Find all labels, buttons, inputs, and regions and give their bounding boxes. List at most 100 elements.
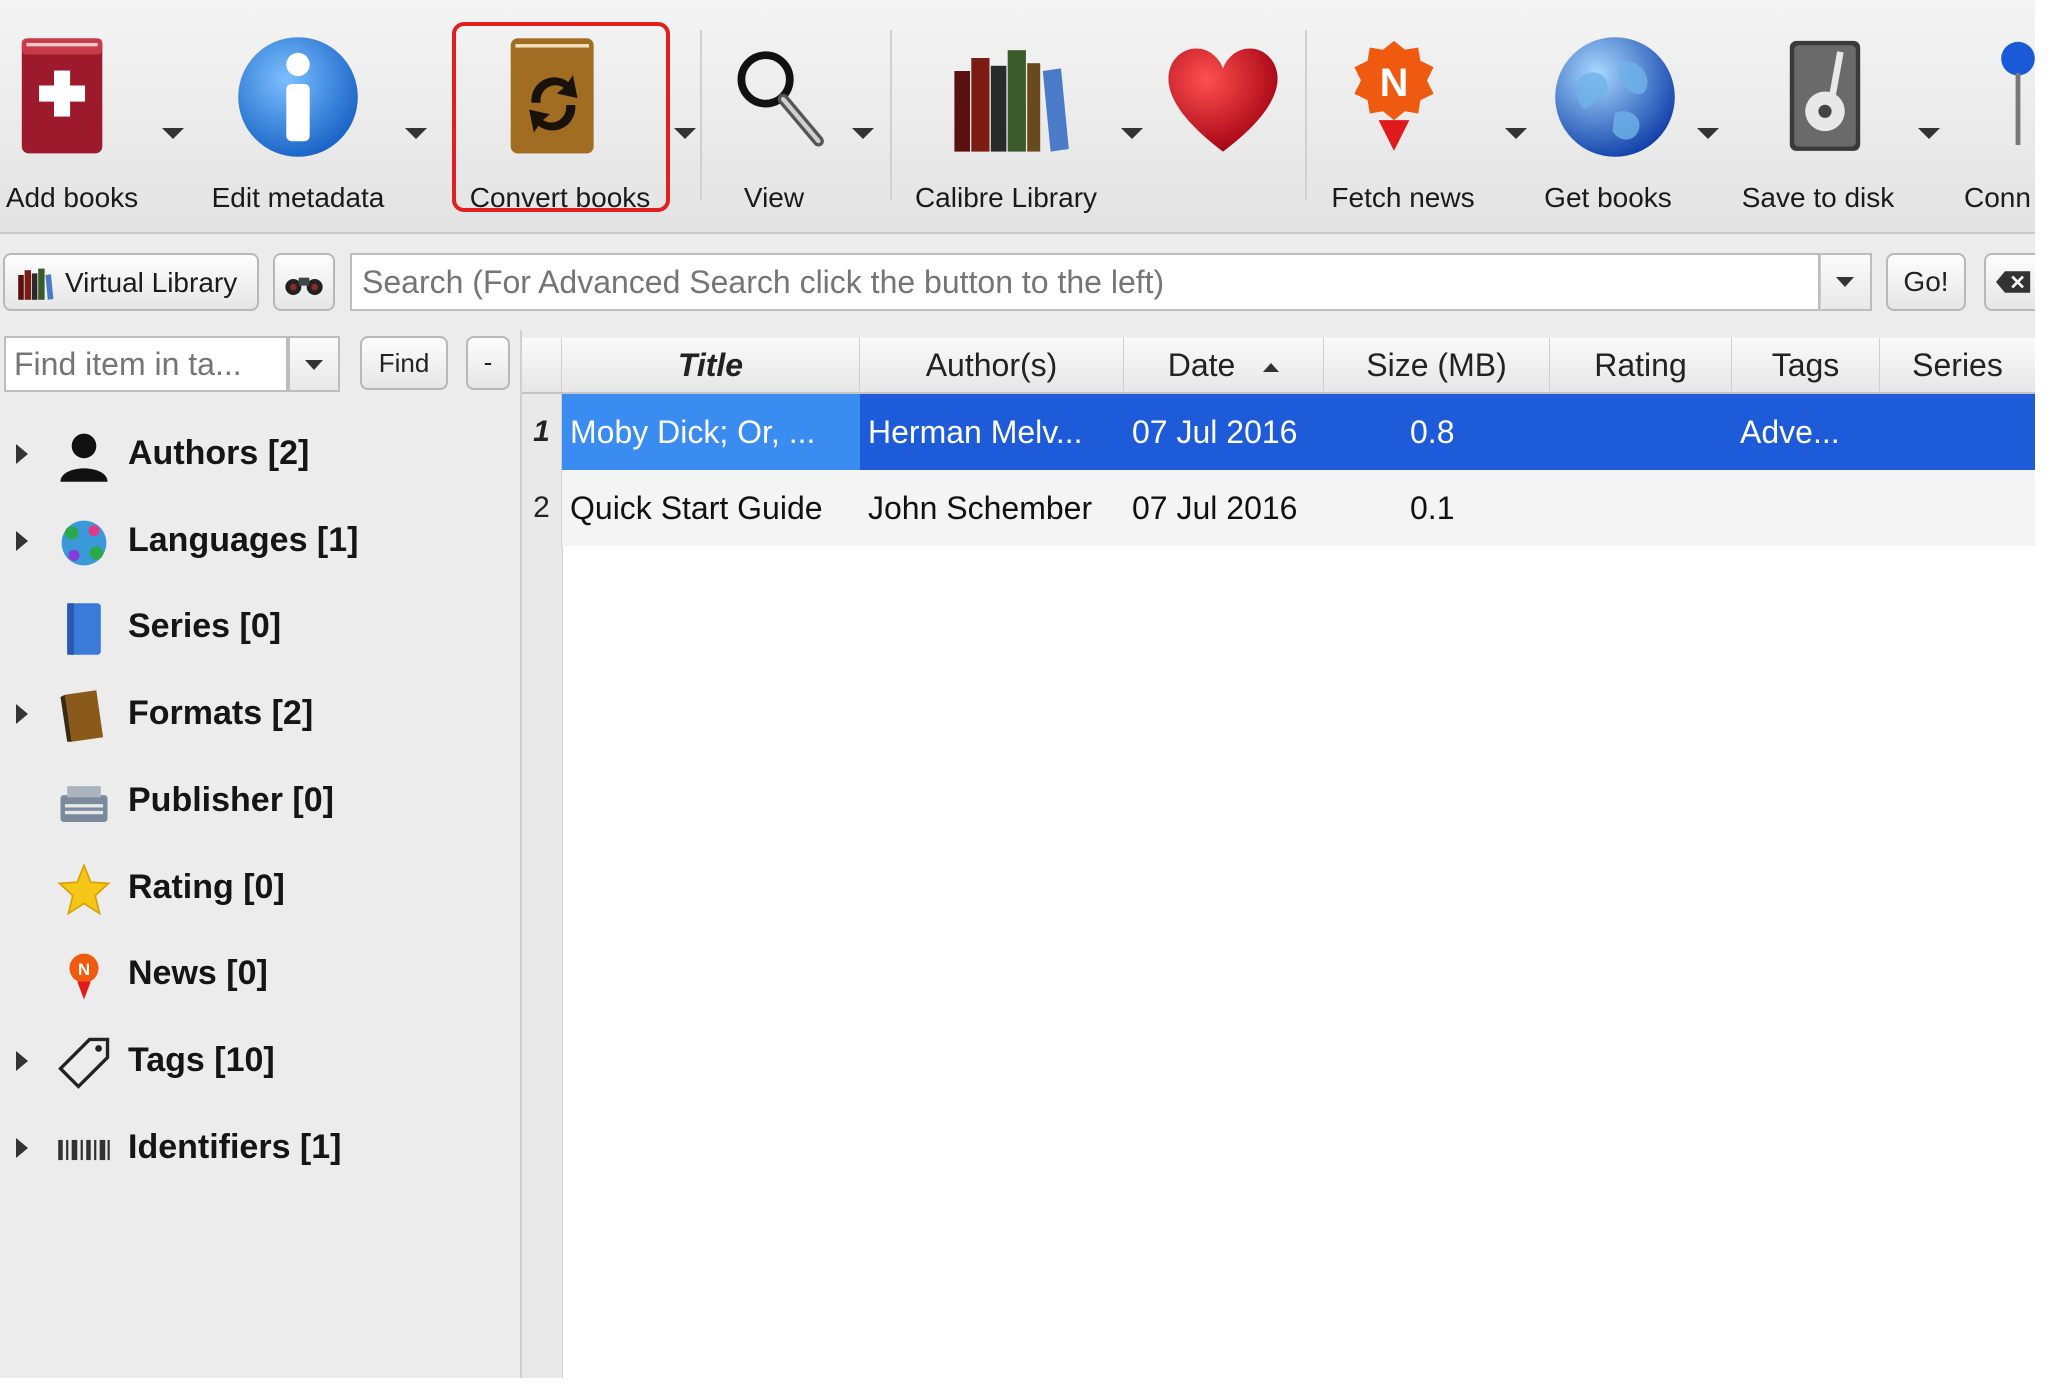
tree-item-formats[interactable]: Formats [2] bbox=[0, 680, 510, 750]
cell-size[interactable]: 0.1 bbox=[1410, 470, 1550, 546]
cell-size[interactable]: 0.8 bbox=[1410, 394, 1550, 470]
book-list-header: Title Author(s) Date Size (MB) Rating Ta… bbox=[522, 338, 2035, 394]
expand-arrow-icon[interactable] bbox=[16, 444, 28, 464]
cell-title[interactable]: Moby Dick; Or, ... bbox=[562, 394, 860, 470]
news-pin-icon: N bbox=[69, 953, 99, 1000]
tree-item-rating[interactable]: Rating [0] bbox=[0, 854, 510, 924]
sort-ascending-icon bbox=[1263, 363, 1280, 373]
cell-series[interactable] bbox=[1888, 470, 2035, 546]
tag-icon bbox=[58, 1037, 110, 1089]
get-books-button[interactable]: Get books bbox=[1530, 20, 1730, 213]
toolbar-separator bbox=[1305, 30, 1307, 200]
formats-book-icon bbox=[60, 690, 104, 742]
main-toolbar: Add books Edit metadata Convert books Vi… bbox=[0, 0, 2035, 234]
cell-rating[interactable] bbox=[1558, 470, 1732, 546]
search-history-dropdown[interactable] bbox=[1820, 253, 1872, 311]
cell-rating[interactable] bbox=[1558, 394, 1732, 470]
calibre-window: Add books Edit metadata Convert books Vi… bbox=[0, 0, 2035, 1378]
clear-search-button[interactable] bbox=[1984, 253, 2035, 311]
convert-books-dropdown-arrow[interactable] bbox=[674, 128, 696, 139]
edit-metadata-label: Edit metadata bbox=[211, 182, 385, 213]
tag-browser: Find - Authors [2] Languages [1] bbox=[0, 330, 522, 1378]
column-header-series[interactable]: Series bbox=[1880, 338, 2035, 392]
cell-title[interactable]: Quick Start Guide bbox=[570, 470, 860, 546]
collapse-all-button[interactable]: - bbox=[466, 336, 510, 390]
add-books-label: Add books bbox=[5, 182, 139, 213]
expand-arrow-icon[interactable] bbox=[16, 704, 28, 724]
view-dropdown-arrow[interactable] bbox=[852, 128, 874, 139]
virtual-library-label: Virtual Library bbox=[65, 267, 238, 298]
fetch-news-button[interactable]: N Fetch news bbox=[1315, 20, 1527, 213]
edit-metadata-button[interactable]: Edit metadata bbox=[200, 20, 440, 213]
calibre-library-dropdown-arrow[interactable] bbox=[1121, 128, 1143, 139]
library-books-icon bbox=[954, 50, 1069, 152]
get-books-label: Get books bbox=[1544, 182, 1672, 213]
tree-item-languages[interactable]: Languages [1] bbox=[0, 507, 510, 577]
chevron-down-icon bbox=[305, 360, 323, 370]
column-header-date[interactable]: Date bbox=[1124, 338, 1324, 392]
search-bar: Virtual Library Go! bbox=[0, 248, 2035, 318]
expand-arrow-icon[interactable] bbox=[16, 531, 28, 551]
tree-item-label: Authors [2] bbox=[128, 434, 310, 472]
tree-item-label: Formats [2] bbox=[128, 694, 314, 732]
expand-arrow-icon[interactable] bbox=[16, 1138, 28, 1158]
column-header-title[interactable]: Title bbox=[562, 338, 860, 392]
column-header-tags[interactable]: Tags bbox=[1732, 338, 1880, 392]
cell-tags[interactable] bbox=[1740, 470, 1880, 546]
column-header-rating[interactable]: Rating bbox=[1550, 338, 1732, 392]
donate-button[interactable] bbox=[1150, 20, 1300, 210]
tree-item-news[interactable]: N News [0] bbox=[0, 940, 510, 1010]
barcode-icon bbox=[58, 1139, 110, 1161]
binoculars-icon bbox=[285, 277, 323, 295]
tree-item-authors[interactable]: Authors [2] bbox=[0, 420, 510, 490]
add-books-button[interactable]: Add books bbox=[0, 20, 200, 213]
column-header-authors[interactable]: Author(s) bbox=[860, 338, 1124, 392]
toolbar-separator bbox=[890, 30, 892, 200]
tree-item-publisher[interactable]: Publisher [0] bbox=[0, 767, 510, 837]
save-to-disk-label: Save to disk bbox=[1741, 182, 1895, 213]
add-books-dropdown-arrow[interactable] bbox=[162, 128, 184, 139]
tree-item-tags[interactable]: Tags [10] bbox=[0, 1027, 510, 1097]
cell-authors[interactable]: Herman Melv... bbox=[868, 394, 1124, 470]
table-row[interactable]: 1 Moby Dick; Or, ... Herman Melv... 07 J… bbox=[522, 394, 2035, 470]
info-icon bbox=[238, 37, 358, 157]
tree-item-label: Publisher [0] bbox=[128, 781, 334, 819]
book-list: Title Author(s) Date Size (MB) Rating Ta… bbox=[522, 338, 2035, 1378]
cell-date[interactable]: 07 Jul 2016 bbox=[1132, 470, 1324, 546]
table-row[interactable]: 2 Quick Start Guide John Schember 07 Jul… bbox=[522, 470, 2035, 546]
expand-arrow-icon[interactable] bbox=[16, 1051, 28, 1071]
toolbar-separator bbox=[700, 30, 702, 200]
series-book-icon bbox=[67, 603, 101, 655]
connect-share-label: Conn bbox=[1964, 182, 2031, 210]
view-button[interactable]: View bbox=[712, 20, 882, 213]
cell-authors[interactable]: John Schember bbox=[868, 470, 1124, 546]
connect-share-button[interactable]: Conn bbox=[1960, 20, 2035, 210]
advanced-search-button[interactable] bbox=[273, 253, 335, 311]
tree-item-identifiers[interactable]: Identifiers [1] bbox=[0, 1114, 510, 1184]
save-to-disk-dropdown-arrow[interactable] bbox=[1918, 128, 1940, 139]
fetch-news-dropdown-arrow[interactable] bbox=[1505, 128, 1527, 139]
globe-icon bbox=[1555, 37, 1675, 157]
cell-date[interactable]: 07 Jul 2016 bbox=[1132, 394, 1324, 470]
disk-icon bbox=[1789, 40, 1861, 151]
find-item-dropdown[interactable] bbox=[288, 336, 340, 392]
tree-item-series[interactable]: Series [0] bbox=[0, 593, 510, 663]
virtual-library-button[interactable]: Virtual Library bbox=[3, 253, 259, 311]
search-input[interactable] bbox=[350, 253, 1820, 311]
save-to-disk-button[interactable]: Save to disk bbox=[1730, 20, 1960, 213]
cell-tags[interactable]: Adve... bbox=[1740, 394, 1880, 470]
find-button[interactable]: Find bbox=[360, 336, 448, 390]
chevron-down-icon bbox=[1836, 277, 1854, 287]
tree-item-label: News [0] bbox=[128, 954, 268, 992]
column-header-date-label: Date bbox=[1167, 347, 1236, 383]
calibre-library-button[interactable]: Calibre Library bbox=[900, 20, 1150, 213]
tree-item-label: Series [0] bbox=[128, 607, 282, 645]
edit-metadata-dropdown-arrow[interactable] bbox=[405, 128, 427, 139]
column-header-size[interactable]: Size (MB) bbox=[1324, 338, 1550, 392]
svg-text:N: N bbox=[1380, 61, 1409, 105]
connect-icon bbox=[2001, 41, 2035, 145]
get-books-dropdown-arrow[interactable] bbox=[1697, 128, 1719, 139]
go-button[interactable]: Go! bbox=[1886, 253, 1966, 311]
cell-series[interactable] bbox=[1888, 394, 2035, 470]
find-item-input[interactable] bbox=[4, 336, 288, 392]
